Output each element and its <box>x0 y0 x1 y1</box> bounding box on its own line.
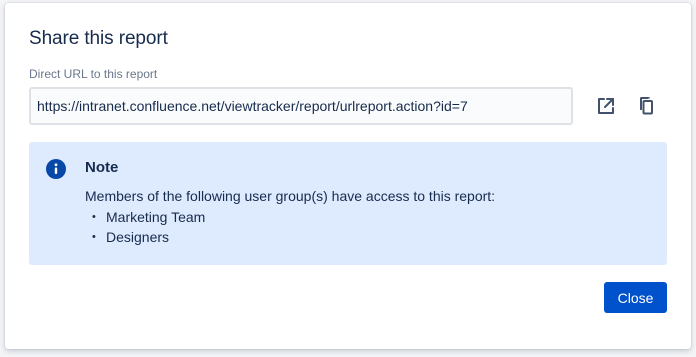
user-group-name: Designers <box>106 229 170 245</box>
info-icon <box>46 159 66 179</box>
bullet: • <box>92 231 96 243</box>
report-url-input[interactable] <box>29 87 573 125</box>
note-text: Members of the following user group(s) h… <box>85 188 496 204</box>
open-in-new-tab-button[interactable] <box>591 91 621 121</box>
copy-url-button[interactable] <box>631 91 661 121</box>
user-group-list: • Marketing Team • Designers <box>85 207 205 247</box>
access-note-panel: Note Members of the following user group… <box>29 142 667 265</box>
list-item: • Marketing Team <box>85 207 205 227</box>
open-in-new-icon <box>598 98 614 114</box>
share-report-dialog: Share this report Direct URL to this rep… <box>5 3 691 349</box>
url-field-label: Direct URL to this report <box>29 67 158 81</box>
note-heading: Note <box>85 159 119 176</box>
close-button[interactable]: Close <box>604 282 667 313</box>
copy-icon <box>640 97 653 115</box>
user-group-name: Marketing Team <box>106 209 206 225</box>
list-item: • Designers <box>85 227 205 247</box>
bullet: • <box>92 211 96 223</box>
dialog-title: Share this report <box>29 28 168 49</box>
